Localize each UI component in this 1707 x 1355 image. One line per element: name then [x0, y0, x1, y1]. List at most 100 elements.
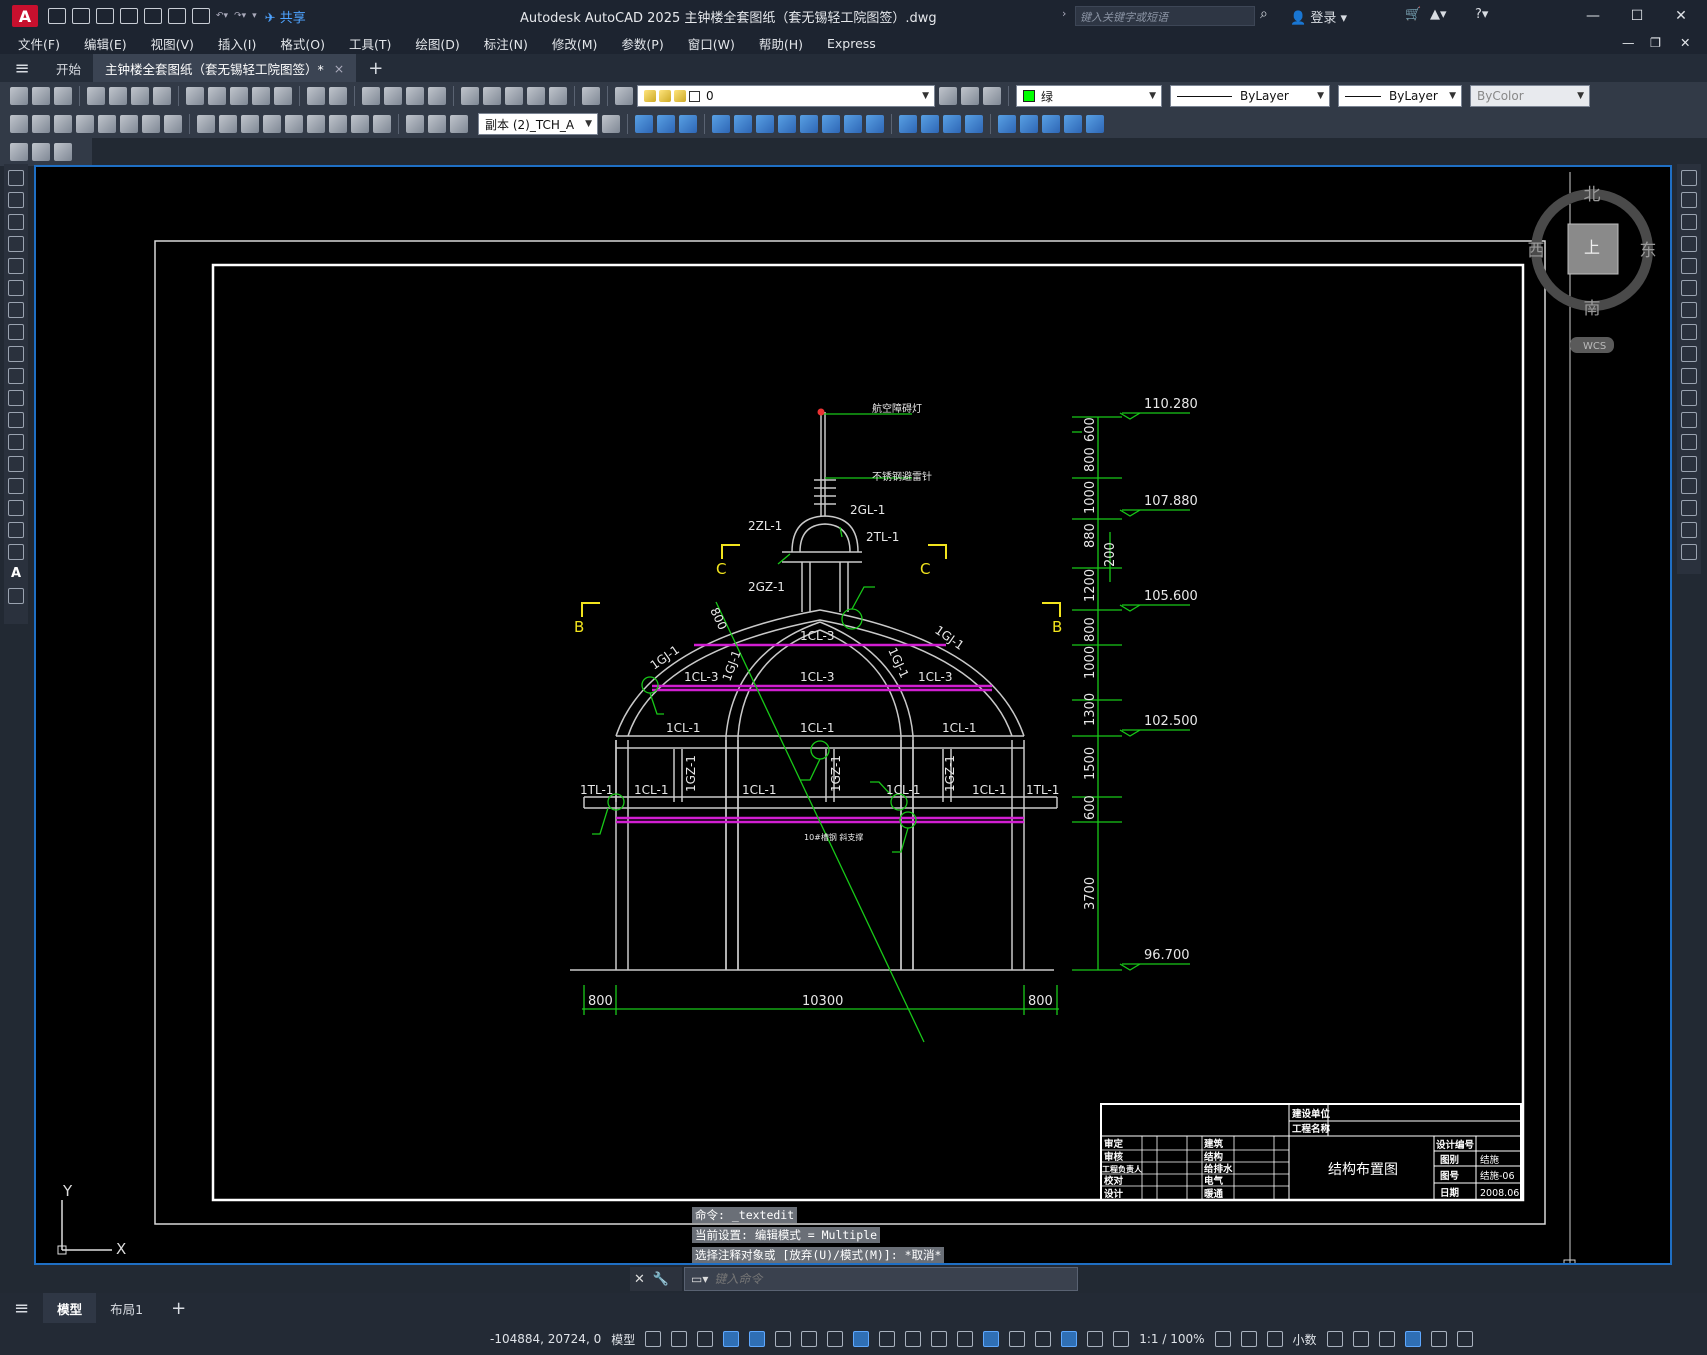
- lineweight-icon[interactable]: [879, 1331, 896, 1347]
- solid-cone-icon[interactable]: [679, 115, 697, 133]
- plotstyle-dropdown[interactable]: ByColor ▼: [1470, 85, 1590, 107]
- break-at-point-icon[interactable]: [1681, 412, 1697, 428]
- dim-break-icon[interactable]: [285, 115, 303, 133]
- layer-dropdown[interactable]: 0 ▼: [637, 85, 935, 107]
- block-editor-icon[interactable]: [274, 87, 292, 105]
- doc-minimize-icon[interactable]: —: [1622, 35, 1635, 50]
- layout-menu-icon[interactable]: ≡: [0, 1293, 43, 1323]
- linear-dim-icon[interactable]: [10, 115, 28, 133]
- spline-icon[interactable]: [8, 346, 24, 362]
- rotate-icon[interactable]: [1681, 302, 1697, 318]
- lineweight-dropdown[interactable]: ByLayer ▼: [1338, 85, 1462, 107]
- ellipse-arc-icon[interactable]: [8, 390, 24, 406]
- polar-tracking-icon[interactable]: [775, 1331, 792, 1347]
- layer-previous-icon[interactable]: [961, 87, 979, 105]
- viewcube[interactable]: 上 北 南 东 西 WCS: [1528, 185, 1657, 353]
- design-center-icon[interactable]: [483, 87, 501, 105]
- chamfer-icon[interactable]: [1681, 478, 1697, 494]
- arc-length-icon[interactable]: [54, 115, 72, 133]
- fillet-icon[interactable]: [1681, 500, 1697, 516]
- sheet-set-icon[interactable]: [527, 87, 545, 105]
- redo-icon[interactable]: ↷▾: [234, 11, 246, 21]
- coordinates-readout[interactable]: -104884, 20724, 0: [490, 1332, 601, 1346]
- new-file-icon[interactable]: [48, 8, 66, 24]
- login-button[interactable]: 👤 登录 ▾: [1290, 7, 1347, 26]
- units-icon[interactable]: [1266, 1331, 1283, 1347]
- hamburger-menu-icon[interactable]: ≡: [0, 54, 44, 82]
- dim-update-icon[interactable]: [450, 115, 468, 133]
- menu-insert[interactable]: 插入(I): [218, 34, 256, 53]
- properties-icon[interactable]: [461, 87, 479, 105]
- clean-screen-icon[interactable]: [1430, 1331, 1447, 1347]
- aligned-dim-icon[interactable]: [32, 115, 50, 133]
- ortho-icon[interactable]: [749, 1331, 766, 1347]
- menu-express[interactable]: Express: [827, 36, 876, 51]
- tab-start[interactable]: 开始: [44, 54, 93, 82]
- copy-icon[interactable]: [208, 87, 226, 105]
- ordinate-icon[interactable]: [76, 115, 94, 133]
- calculator-icon[interactable]: [549, 87, 567, 105]
- make-block-icon[interactable]: [8, 434, 24, 450]
- annotation-scale-icon[interactable]: [1113, 1331, 1130, 1347]
- scale-icon[interactable]: [1681, 324, 1697, 340]
- trim-icon[interactable]: [1681, 368, 1697, 384]
- command-input[interactable]: [714, 1272, 1015, 1286]
- annotation-scale-value[interactable]: 1:1 / 100%: [1139, 1332, 1204, 1346]
- help-tb-icon[interactable]: [582, 87, 600, 105]
- tab-layout1[interactable]: 布局1: [96, 1293, 157, 1323]
- cart-icon[interactable]: 🛒: [1405, 7, 1421, 22]
- fillet-edge-icon[interactable]: [943, 115, 961, 133]
- solid-wedge-icon[interactable]: [657, 115, 675, 133]
- infer-constraints-icon[interactable]: [697, 1331, 714, 1347]
- save-tb-icon[interactable]: [54, 87, 72, 105]
- isometric-icon[interactable]: [801, 1331, 818, 1347]
- blend-icon[interactable]: [1681, 522, 1697, 538]
- dim-text-edit-icon[interactable]: [428, 115, 446, 133]
- grid-icon[interactable]: [645, 1331, 662, 1347]
- dynamic-ucs-icon[interactable]: [983, 1331, 1000, 1347]
- model-space-toggle[interactable]: 模型: [611, 1331, 635, 1348]
- hardware-acceleration-icon[interactable]: [1404, 1331, 1421, 1347]
- section-icon[interactable]: [800, 115, 818, 133]
- join-icon[interactable]: [1681, 456, 1697, 472]
- help-search-input[interactable]: 键入关键字或短语: [1075, 6, 1255, 26]
- jogged-linear-icon[interactable]: [373, 115, 391, 133]
- publish-icon[interactable]: [131, 87, 149, 105]
- extrude-icon[interactable]: [712, 115, 730, 133]
- union-icon[interactable]: [844, 115, 862, 133]
- tool-palettes-icon[interactable]: [505, 87, 523, 105]
- minimize-button[interactable]: —: [1578, 4, 1608, 28]
- 3d-osnap-icon[interactable]: [957, 1331, 974, 1347]
- quick-dim-icon[interactable]: [197, 115, 215, 133]
- insert-block-icon[interactable]: [8, 412, 24, 428]
- match-properties-icon[interactable]: [252, 87, 270, 105]
- slice-icon[interactable]: [756, 115, 774, 133]
- command-line[interactable]: ▭▾: [684, 1267, 1078, 1291]
- autocad-logo-icon[interactable]: A: [12, 5, 38, 27]
- zoom-realtime-icon[interactable]: [384, 87, 402, 105]
- chamfer-edge-icon[interactable]: [965, 115, 983, 133]
- make-current-layer-icon[interactable]: [939, 87, 957, 105]
- menu-draw[interactable]: 绘图(D): [415, 34, 459, 53]
- open-icon[interactable]: [32, 87, 50, 105]
- point-icon[interactable]: [8, 456, 24, 472]
- interfere-icon[interactable]: [778, 115, 796, 133]
- transparency-icon[interactable]: [905, 1331, 922, 1347]
- layer-states-icon[interactable]: [983, 87, 1001, 105]
- open-from-web-icon[interactable]: [144, 8, 162, 24]
- selection-cycling-icon[interactable]: [931, 1331, 948, 1347]
- customize-status-icon[interactable]: [1456, 1331, 1473, 1347]
- dim-edit-icon[interactable]: [406, 115, 424, 133]
- revcloud-icon[interactable]: [8, 324, 24, 340]
- units-value[interactable]: 小数: [1293, 1331, 1317, 1348]
- revolve-icon[interactable]: [734, 115, 752, 133]
- menu-edit[interactable]: 编辑(E): [84, 34, 127, 53]
- paste-icon[interactable]: [230, 87, 248, 105]
- doc-restore-icon[interactable]: ❐: [1650, 35, 1661, 50]
- isolate-objects-icon[interactable]: [1378, 1331, 1395, 1347]
- search-icon[interactable]: ⌕: [1260, 6, 1268, 22]
- flatshot-icon[interactable]: [822, 115, 840, 133]
- construction-line-icon[interactable]: [8, 192, 24, 208]
- dim-space-icon[interactable]: [263, 115, 281, 133]
- continue-dim-icon[interactable]: [241, 115, 259, 133]
